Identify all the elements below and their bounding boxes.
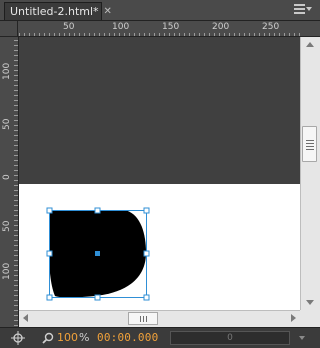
frame-field[interactable]: 0 xyxy=(170,331,290,345)
resize-handle-top-right[interactable] xyxy=(143,207,150,214)
vertical-scroll-thumb[interactable] xyxy=(302,126,317,162)
scroll-right-arrow-icon[interactable] xyxy=(291,314,296,322)
scroll-down-arrow-icon[interactable] xyxy=(306,300,314,305)
scroll-left-arrow-icon[interactable] xyxy=(23,314,28,322)
scrollbar-corner xyxy=(300,310,320,327)
zoom-icon[interactable] xyxy=(42,332,54,344)
stage-settings-icon[interactable] xyxy=(11,331,25,345)
resize-handle-right[interactable] xyxy=(143,250,150,257)
horizontal-scrollbar[interactable] xyxy=(19,310,300,327)
zoom-level-value[interactable]: 100 xyxy=(57,331,78,344)
zoom-unit: % xyxy=(79,331,90,344)
horizontal-scroll-thumb[interactable] xyxy=(128,312,158,325)
frame-dropdown-icon[interactable] xyxy=(299,336,305,340)
resize-handle-left[interactable] xyxy=(46,250,53,257)
scroll-up-arrow-icon[interactable] xyxy=(306,42,314,47)
vertical-scrollbar[interactable] xyxy=(300,37,320,310)
resize-handle-bottom-left[interactable] xyxy=(46,294,53,301)
resize-handle-bottom-right[interactable] xyxy=(143,294,150,301)
resize-handle-bottom[interactable] xyxy=(94,294,101,301)
resize-handle-top[interactable] xyxy=(94,207,101,214)
resize-handle-top-left[interactable] xyxy=(46,207,53,214)
shape-layer xyxy=(46,207,150,301)
transform-center-point[interactable] xyxy=(95,251,100,256)
timecode-display[interactable]: 00:00.000 xyxy=(97,331,158,344)
